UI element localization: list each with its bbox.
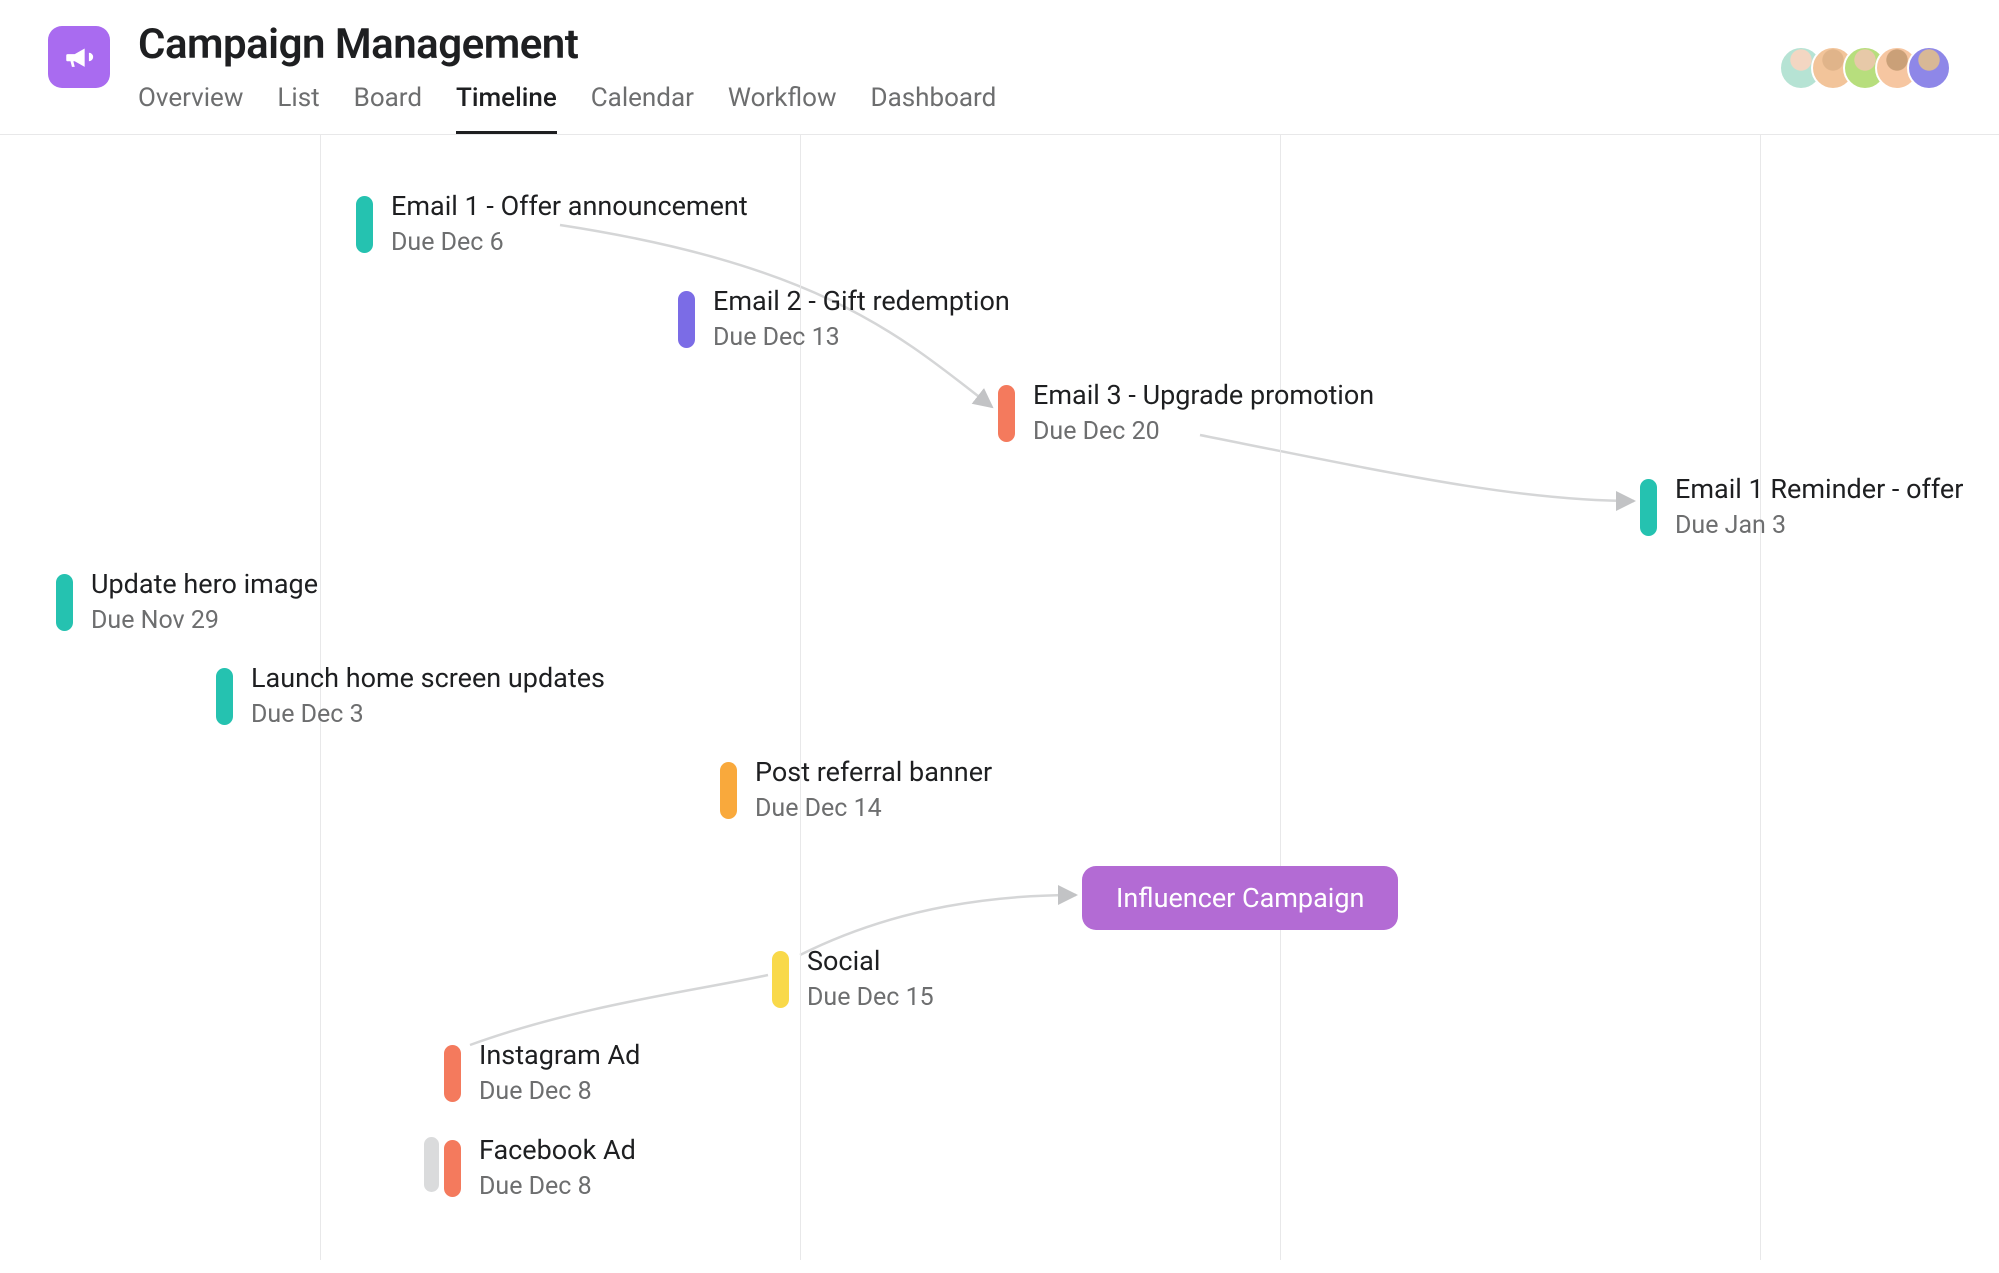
task-due: Due Dec 6 <box>391 227 748 258</box>
timeline-task[interactable]: Facebook AdDue Dec 8 <box>444 1134 636 1202</box>
project-header: Campaign Management Overview List Board … <box>0 0 1999 135</box>
project-title: Campaign Management <box>138 20 996 69</box>
task-pill <box>216 668 233 725</box>
task-due: Due Jan 3 <box>1675 510 1963 541</box>
timeline-canvas[interactable]: Email 1 - Offer announcementDue Dec 6Ema… <box>0 135 1999 1260</box>
avatar[interactable] <box>1907 46 1951 90</box>
tab-board[interactable]: Board <box>354 83 422 134</box>
task-due: Due Dec 14 <box>755 793 992 824</box>
task-pill <box>356 196 373 253</box>
timeline-task[interactable]: SocialDue Dec 15 <box>772 945 934 1013</box>
timeline-task[interactable]: Instagram AdDue Dec 8 <box>444 1039 640 1107</box>
task-due: Due Dec 20 <box>1033 416 1374 447</box>
task-title: Post referral banner <box>755 756 992 790</box>
timeline-task[interactable]: Email 1 Reminder - offerDue Jan 3 <box>1640 473 1963 541</box>
task-due: Due Dec 8 <box>479 1076 640 1107</box>
task-pill <box>56 574 73 631</box>
task-secondary-pill <box>424 1137 439 1192</box>
timeline-gridline <box>1760 135 1761 1260</box>
timeline-task[interactable]: Post referral bannerDue Dec 14 <box>720 756 992 824</box>
task-title: Facebook Ad <box>479 1134 636 1168</box>
tab-calendar[interactable]: Calendar <box>591 83 694 134</box>
task-pill <box>720 762 737 819</box>
task-due: Due Dec 13 <box>713 322 1010 353</box>
task-pill <box>678 291 695 348</box>
timeline-task[interactable]: Email 2 - Gift redemptionDue Dec 13 <box>678 285 1010 353</box>
megaphone-icon <box>62 40 96 74</box>
task-due: Due Dec 15 <box>807 982 934 1013</box>
task-pill <box>444 1140 461 1197</box>
task-title: Social <box>807 945 934 979</box>
tab-list[interactable]: List <box>277 83 319 134</box>
task-due: Due Dec 8 <box>479 1171 636 1202</box>
timeline-task[interactable]: Launch home screen updatesDue Dec 3 <box>216 662 605 730</box>
task-title: Email 1 Reminder - offer <box>1675 473 1963 507</box>
tab-workflow[interactable]: Workflow <box>728 83 837 134</box>
member-avatars[interactable] <box>1779 46 1959 90</box>
task-pill <box>998 385 1015 442</box>
timeline-chip[interactable]: Influencer Campaign <box>1082 866 1398 930</box>
task-title: Email 1 - Offer announcement <box>391 190 748 224</box>
task-title: Email 2 - Gift redemption <box>713 285 1010 319</box>
task-due: Due Dec 3 <box>251 699 605 730</box>
timeline-task[interactable]: Email 3 - Upgrade promotionDue Dec 20 <box>998 379 1374 447</box>
task-title: Update hero image <box>91 568 318 602</box>
tab-overview[interactable]: Overview <box>138 83 243 134</box>
task-title: Launch home screen updates <box>251 662 605 696</box>
task-pill <box>772 951 789 1008</box>
task-pill <box>444 1045 461 1102</box>
task-due: Due Nov 29 <box>91 605 318 636</box>
timeline-task[interactable]: Email 1 - Offer announcementDue Dec 6 <box>356 190 748 258</box>
timeline-task[interactable]: Update hero imageDue Nov 29 <box>56 568 318 636</box>
task-title: Instagram Ad <box>479 1039 640 1073</box>
tab-timeline[interactable]: Timeline <box>456 83 557 134</box>
timeline-gridline <box>1280 135 1281 1260</box>
task-title: Email 3 - Upgrade promotion <box>1033 379 1374 413</box>
task-pill <box>1640 479 1657 536</box>
tab-dashboard[interactable]: Dashboard <box>871 83 997 134</box>
view-tabs: Overview List Board Timeline Calendar Wo… <box>138 83 996 134</box>
project-icon <box>48 26 110 88</box>
